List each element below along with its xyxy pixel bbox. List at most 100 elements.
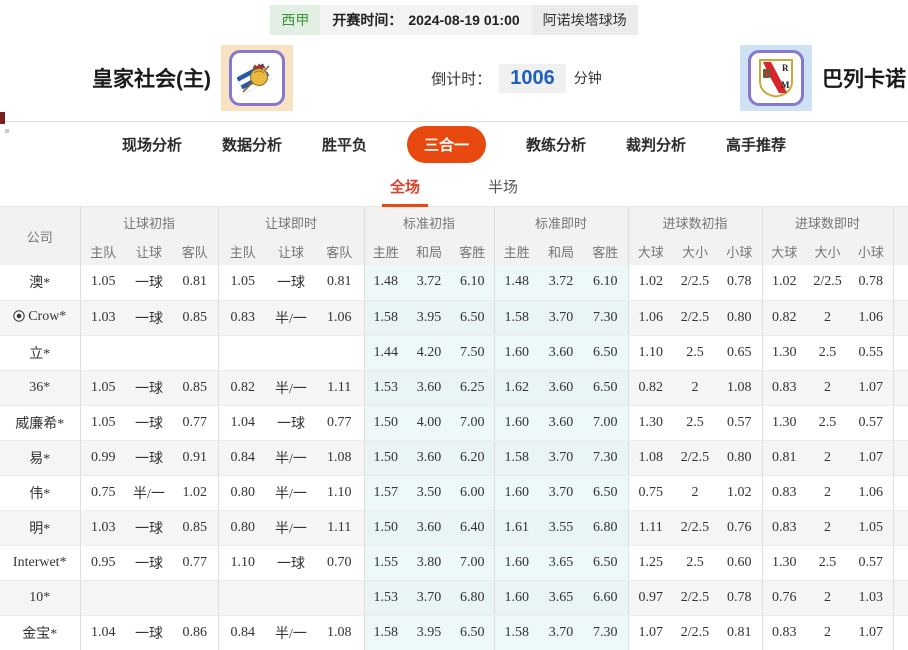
odds-cell: 0.65 bbox=[717, 335, 762, 370]
odds-cell: 2/2.5 bbox=[673, 300, 717, 335]
odds-cell: 一球 bbox=[126, 615, 172, 650]
odds-cell: 6.50 bbox=[451, 300, 494, 335]
odds-cell: 1.07 bbox=[628, 615, 673, 650]
odds-cell: 1.44 bbox=[364, 335, 407, 370]
odds-cell: 一球 bbox=[126, 545, 172, 580]
tab-win-draw-lose[interactable]: 胜平负 bbox=[322, 134, 367, 155]
odds-cell: 6.00 bbox=[451, 475, 494, 510]
odds-cell: 2 bbox=[673, 370, 717, 405]
table-row: 威廉希*1.05一球0.771.04一球0.771.504.007.001.60… bbox=[0, 405, 908, 440]
odds-cell: 0.97 bbox=[628, 580, 673, 615]
odds-cell: 1.03 bbox=[80, 510, 126, 545]
odds-cell: 1.02 bbox=[717, 475, 762, 510]
company-cell[interactable]: 澳* bbox=[0, 265, 80, 300]
company-cell[interactable]: 立* bbox=[0, 335, 80, 370]
odds-cell bbox=[126, 335, 172, 370]
spacer-cell bbox=[893, 580, 908, 615]
odds-cell: 1.04 bbox=[218, 405, 267, 440]
company-cell[interactable]: Interwet* bbox=[0, 545, 80, 580]
odds-cell: 1.30 bbox=[762, 405, 806, 440]
odds-cell: 6.10 bbox=[451, 265, 494, 300]
odds-cell: 1.08 bbox=[628, 440, 673, 475]
odds-cell: 0.99 bbox=[80, 440, 126, 475]
subcol-header: 大球 bbox=[762, 237, 806, 265]
company-name: 伟* bbox=[29, 487, 50, 502]
odds-cell: 2 bbox=[673, 475, 717, 510]
odds-cell bbox=[80, 580, 126, 615]
odds-cell: 3.95 bbox=[407, 615, 451, 650]
subcol-header: 让球 bbox=[267, 237, 315, 265]
table-row: Interwet*0.95一球0.771.10一球0.701.553.807.0… bbox=[0, 545, 908, 580]
table-row: 明*1.03一球0.850.80半/一1.111.503.606.401.613… bbox=[0, 510, 908, 545]
odds-cell: 0.77 bbox=[172, 405, 218, 440]
odds-cell: 1.11 bbox=[315, 510, 364, 545]
tab-live-analysis[interactable]: 现场分析 bbox=[122, 134, 182, 155]
odds-cell: 1.08 bbox=[315, 440, 364, 475]
odds-cell: 2 bbox=[806, 440, 849, 475]
company-cell[interactable]: 威廉希* bbox=[0, 405, 80, 440]
odds-cell bbox=[315, 580, 364, 615]
table-row: 立*1.444.207.501.603.606.501.102.50.651.3… bbox=[0, 335, 908, 370]
odds-cell: 1.61 bbox=[494, 510, 539, 545]
spacer-cell bbox=[893, 405, 908, 440]
odds-cell: 1.11 bbox=[315, 370, 364, 405]
league-badge: 西甲 bbox=[270, 5, 320, 35]
odds-cell: 1.57 bbox=[364, 475, 407, 510]
subcol-header: 客胜 bbox=[583, 237, 628, 265]
company-name: Crow* bbox=[28, 309, 66, 324]
odds-cell: 一球 bbox=[126, 510, 172, 545]
odds-table-body: 澳*1.05一球0.811.05一球0.811.483.726.101.483.… bbox=[0, 265, 908, 650]
subtab-half-match[interactable]: 半场 bbox=[486, 166, 520, 207]
odds-cell: 2/2.5 bbox=[673, 440, 717, 475]
company-cell[interactable]: 伟* bbox=[0, 475, 80, 510]
odds-cell: 2.5 bbox=[673, 545, 717, 580]
odds-cell: 0.70 bbox=[315, 545, 364, 580]
odds-cell: 0.78 bbox=[717, 580, 762, 615]
tab-referee-analysis[interactable]: 裁判分析 bbox=[626, 134, 686, 155]
odds-cell: 2.5 bbox=[673, 405, 717, 440]
countdown-unit: 分钟 bbox=[574, 68, 602, 88]
subcol-header: 客队 bbox=[172, 237, 218, 265]
company-cell[interactable]: 10* bbox=[0, 580, 80, 615]
subtab-full-match[interactable]: 全场 bbox=[388, 166, 422, 207]
odds-cell: 1.07 bbox=[849, 370, 893, 405]
odds-cell: 0.80 bbox=[717, 440, 762, 475]
spacer-cell bbox=[893, 335, 908, 370]
odds-cell: 1.06 bbox=[315, 300, 364, 335]
spacer-cell bbox=[893, 440, 908, 475]
odds-cell: 7.30 bbox=[583, 300, 628, 335]
odds-cell: 0.57 bbox=[849, 545, 893, 580]
countdown-label: 倒计时： bbox=[431, 68, 491, 89]
company-cell[interactable]: 金宝* bbox=[0, 615, 80, 650]
company-cell[interactable]: Crow* bbox=[0, 300, 80, 335]
spacer-cell bbox=[893, 510, 908, 545]
odds-cell: 3.72 bbox=[539, 265, 583, 300]
company-cell[interactable]: 明* bbox=[0, 510, 80, 545]
odds-cell: 1.53 bbox=[364, 580, 407, 615]
group-header-goals-initial: 进球数初指 bbox=[628, 207, 762, 237]
odds-cell: 3.65 bbox=[539, 580, 583, 615]
odds-cell: 0.85 bbox=[172, 510, 218, 545]
tab-expert-picks[interactable]: 高手推荐 bbox=[726, 134, 786, 155]
tab-coach-analysis[interactable]: 教练分析 bbox=[526, 134, 586, 155]
company-cell[interactable]: 36* bbox=[0, 370, 80, 405]
odds-cell: 1.08 bbox=[315, 615, 364, 650]
odds-cell: 6.20 bbox=[451, 440, 494, 475]
odds-cell: 1.07 bbox=[849, 440, 893, 475]
venue-badge: 阿诺埃塔球场 bbox=[532, 5, 638, 35]
odds-cell: 1.10 bbox=[315, 475, 364, 510]
tab-three-in-one[interactable]: 三合一 bbox=[407, 126, 486, 163]
odds-cell: 1.06 bbox=[849, 300, 893, 335]
odds-cell: 一球 bbox=[267, 405, 315, 440]
odds-cell: 1.02 bbox=[628, 265, 673, 300]
odds-cell: 0.80 bbox=[218, 510, 267, 545]
odds-cell: 0.78 bbox=[717, 265, 762, 300]
spacer-cell bbox=[893, 370, 908, 405]
odds-cell: 3.70 bbox=[539, 300, 583, 335]
company-cell[interactable]: 易* bbox=[0, 440, 80, 475]
odds-cell bbox=[218, 580, 267, 615]
tab-data-analysis[interactable]: 数据分析 bbox=[222, 134, 282, 155]
odds-cell: 7.00 bbox=[451, 545, 494, 580]
odds-cell: 0.83 bbox=[762, 615, 806, 650]
match-info-bar: 西甲 开赛时间： 2024-08-19 01:00 阿诺埃塔球场 bbox=[0, 0, 908, 35]
